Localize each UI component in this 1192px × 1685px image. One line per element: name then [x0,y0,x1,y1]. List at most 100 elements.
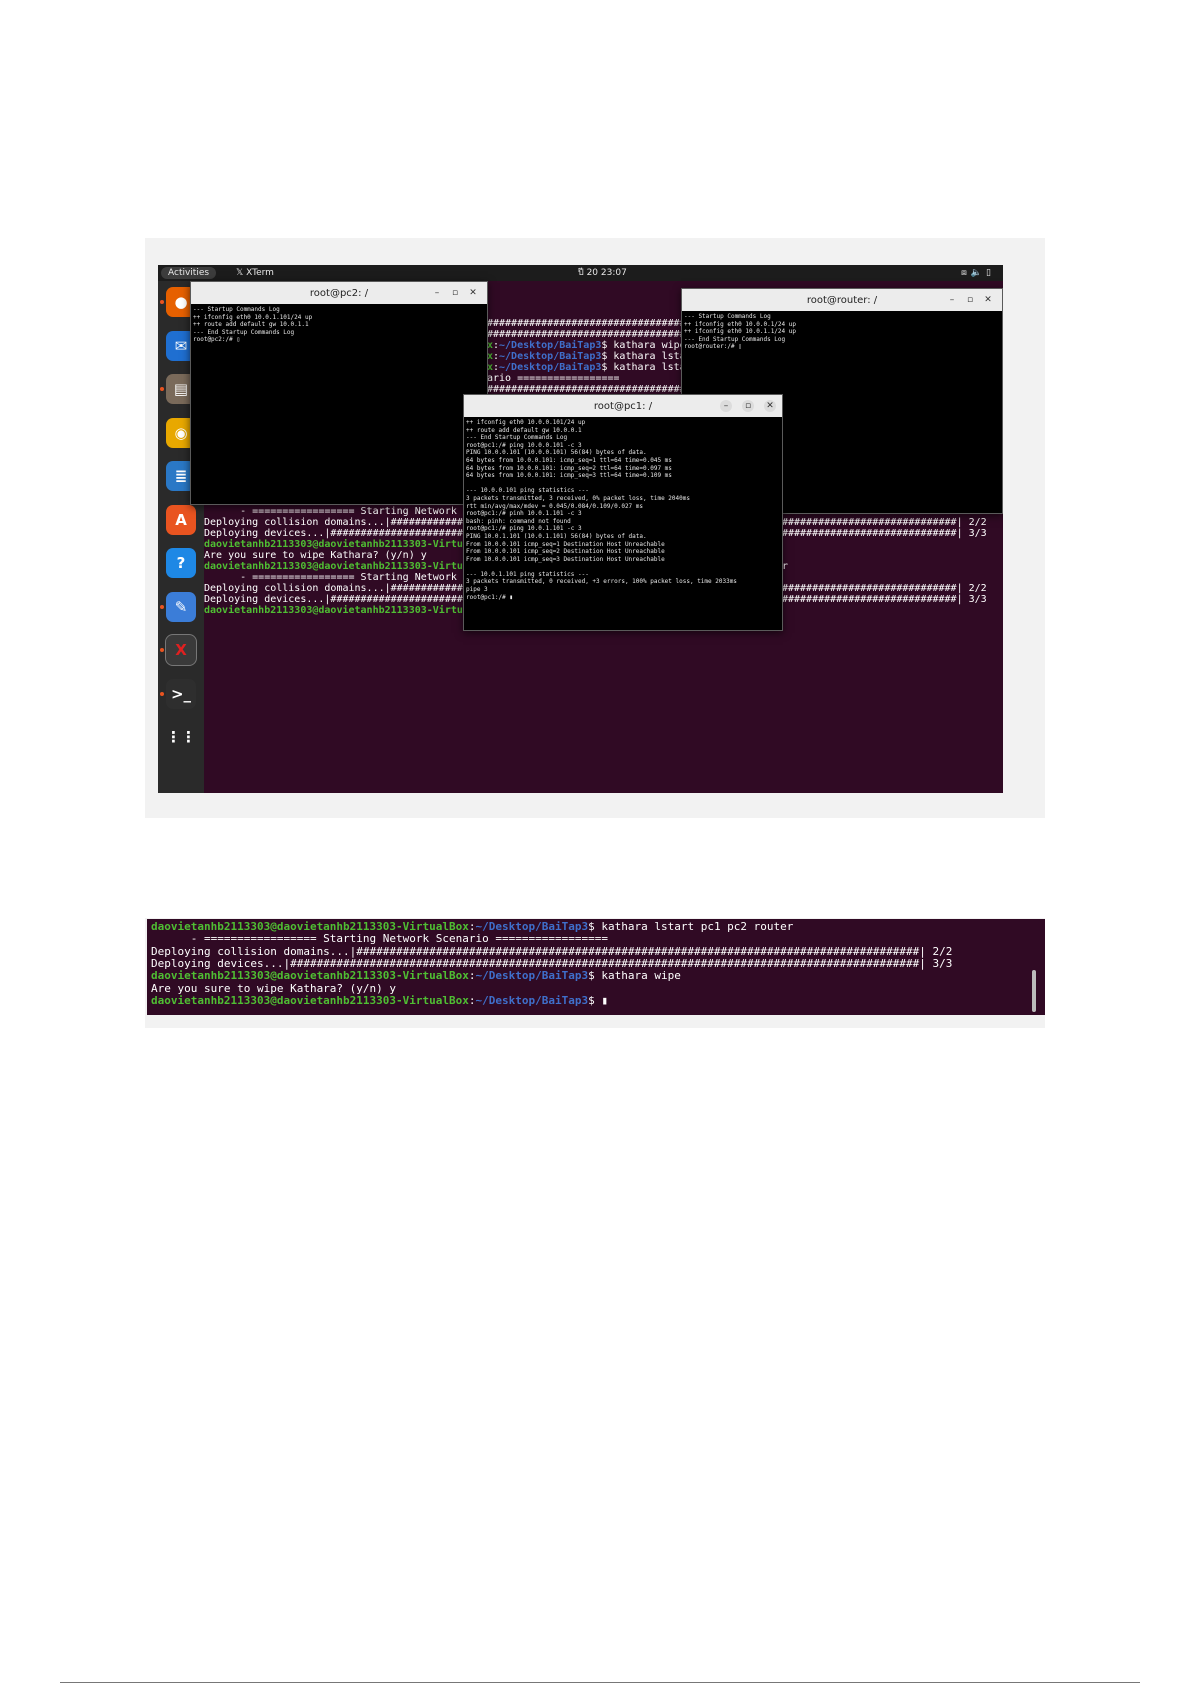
xterm-line: From 10.0.0.101 icmp_seq=3 Destination H… [466,555,665,563]
xterm-line: 64 bytes from 10.0.0.101: icmp_seq=1 ttl… [466,456,672,464]
xterm-window-pc2[interactable]: root@pc2: / – ▫ ✕ --- Startup Commands L… [190,281,488,505]
xterm-line [466,563,780,571]
prompt-separator: : [468,920,476,933]
minimize-icon[interactable]: – [720,400,732,412]
prompt-user: daovietanhb2113303@daovietanhb2113303-Vi… [204,561,493,573]
prompt-path: ~/Desktop/BaiTap3 [499,351,602,363]
command-text: $ ▮ [588,993,608,1007]
terminal-output[interactable]: ++ ifconfig eth0 10.0.0.101/24 up ++ rout… [466,419,780,628]
command-text: $ kathara wipe [588,969,681,983]
terminal-icon[interactable]: >_ [166,678,196,709]
terminal-snippet[interactable]: daovietanhb2113303@daovietanhb2113303-Vi… [147,919,1045,1015]
prompt-path: ~/Desktop/BaiTap3 [475,920,589,933]
running-indicator [160,691,164,696]
show-apps-icon[interactable]: ⋮⋮ [166,722,196,752]
terminal-line: daovietanhb2113303@daovietanhb2113303-Vi… [151,994,608,1007]
prompt-user: daovietanhb2113303@daovietanhb2113303-Vi… [204,539,493,551]
app-name: XTerm [246,268,274,278]
prompt-path: ~/Desktop/BaiTap3 [499,340,602,352]
prompt-user: daovietanhb2113303@daovietanhb2113303-Vi… [151,993,469,1007]
x-logo-icon: 𝕏 [236,268,247,278]
xterm-line: From 10.0.0.101 icmp_seq=1 Destination H… [466,540,665,548]
xterm-line: root@pc1:/# pinh 10.0.1.101 -c 3 [466,510,582,518]
prompt-user: daovietanhb2113303@daovietanhb2113303-Vi… [151,920,469,933]
window-titlebar[interactable]: root@router: / – ▫ ✕ [682,289,1002,311]
prompt-separator: : [468,969,476,983]
xterm-line: root@pc1:/# ▮ [466,593,513,601]
xterm-line: From 10.0.0.101 icmp_seq=2 Destination H… [466,548,665,556]
window-titlebar[interactable]: root@pc2: / – ▫ ✕ [191,282,487,304]
xterm-line: ++ ifconfig eth0 10.0.1.101/24 up [193,313,313,321]
xterm-line: --- 10.0.1.101 ping statistics --- [466,570,589,578]
terminal-scrollbar[interactable] [1032,970,1036,1012]
xterm-line: --- End Startup Commands Log [466,434,568,442]
xterm-line: 3 packets transmitted, 3 received, 0% pa… [466,494,690,502]
xterm-line: --- End Startup Commands Log [193,328,295,336]
minimize-icon[interactable]: – [431,287,443,299]
xterm-line: root@pc1:/# ping 10.0.1.101 -c 3 [466,525,582,533]
prompt-path: ~/Desktop/BaiTap3 [475,969,589,983]
xterm-line: ++ ifconfig eth0 10.0.0.101/24 up [466,419,586,426]
prompt-user: daovietanhb2113303@daovietanhb2113303-Vi… [151,969,469,983]
volume-icon: 🔈 [970,268,987,278]
clock[interactable]: ปี 20 23:07 [578,267,627,279]
xterm-line: --- Startup Commands Log [684,313,771,320]
xterm-line: ++ ifconfig eth0 10.0.0.1/24 up [684,320,796,328]
terminal-line: daovietanhb2113303@daovietanhb2113303-Vi… [151,920,793,933]
activities-button[interactable]: Activities [161,267,217,279]
maximize-icon[interactable]: ▫ [449,287,461,299]
xterm-line: --- End Startup Commands Log [684,335,786,343]
command-text: $ kathara wipe [601,340,686,352]
xterm-line: root@router:/# ▯ [684,343,742,351]
xterm-line: root@pc2:/# ▯ [193,336,240,344]
close-icon[interactable]: ✕ [764,400,776,412]
running-indicator [160,604,164,609]
xterm-line: 64 bytes from 10.0.0.101: icmp_seq=2 ttl… [466,464,672,472]
close-icon[interactable]: ✕ [467,287,479,299]
battery-icon: ▯ [986,268,995,278]
window-titlebar[interactable]: root@pc1: / – ▫ ✕ [464,395,782,417]
xterm-line: 64 bytes from 10.0.0.101: icmp_seq=3 ttl… [466,472,672,480]
xterm-line: ++ ifconfig eth0 10.0.1.1/24 up [684,328,796,336]
close-icon[interactable]: ✕ [982,294,994,306]
minimize-icon[interactable]: – [946,294,958,306]
terminal-line: - ================= Starting Network Sce… [151,932,608,946]
prompt-path: ~/Desktop/BaiTap3 [475,993,589,1007]
xterm-line: PING 10.0.0.101 (10.0.0.101) 56(84) byte… [466,449,647,457]
help-icon[interactable]: ? [166,548,196,578]
xterm-line: ++ route add default gw 10.0.0.1 [466,426,582,434]
app-menu[interactable]: 𝕏 XTerm [236,267,274,279]
command-text: $ kathara lstart pc1 pc2 router [588,920,794,933]
terminal-output[interactable]: --- Startup Commands Log ++ ifconfig eth0… [193,306,485,502]
xterm-line: ++ route add default gw 10.0.1.1 [193,321,309,329]
xterm-line: --- 10.0.0.101 ping statistics --- [466,487,589,495]
xterm-line [466,480,780,488]
xterm-line: rtt min/avg/max/mdev = 0.045/0.084/0.109… [466,502,644,510]
prompt-separator: : [468,993,476,1007]
maximize-icon[interactable]: ▫ [742,400,754,412]
app-center-icon[interactable]: A [166,504,196,535]
running-indicator [160,300,164,304]
xterm-window-pc1[interactable]: root@pc1: / – ▫ ✕ ++ ifconfig eth0 10.0.… [463,394,783,631]
command-text: $ kathara lsta [601,351,686,363]
xterm-line: 3 packets transmitted, 0 received, +3 er… [466,578,737,586]
terminal-line: Are you sure to wipe Kathara? (y/n) y [151,981,397,995]
top-bar: Activities 𝕏 XTerm ปี 20 23:07 ⧈🔈▯ [158,265,1003,281]
system-tray[interactable]: ⧈🔈▯ [961,267,995,279]
window-title: root@pc1: / [593,401,653,412]
xterm-line: bash: pinh: command not found [466,517,571,525]
xterm-line: PING 10.0.1.101 (10.0.1.101) 56(84) byte… [466,532,647,540]
network-icon: ⧈ [961,268,971,278]
running-indicator [160,387,164,391]
terminal-line: Deploying collision domains...|#########… [151,944,953,958]
xterm-line: pipe 3 [466,586,488,594]
terminal-line: daovietanhb2113303@daovietanhb2113303-Vi… [151,969,681,982]
prompt-path: ~/Desktop/BaiTap3 [499,362,602,374]
xterm-icon[interactable]: X [165,634,197,666]
text-editor-icon[interactable]: ✎ [166,591,196,622]
prompt-user: daovietanhb2113303@daovietanhb2113303-Vi… [204,605,493,617]
terminal-line: Deploying devices...|###################… [151,956,953,970]
maximize-icon[interactable]: ▫ [964,294,976,306]
page-footer-rule [60,1682,1140,1683]
running-indicator [160,648,164,652]
